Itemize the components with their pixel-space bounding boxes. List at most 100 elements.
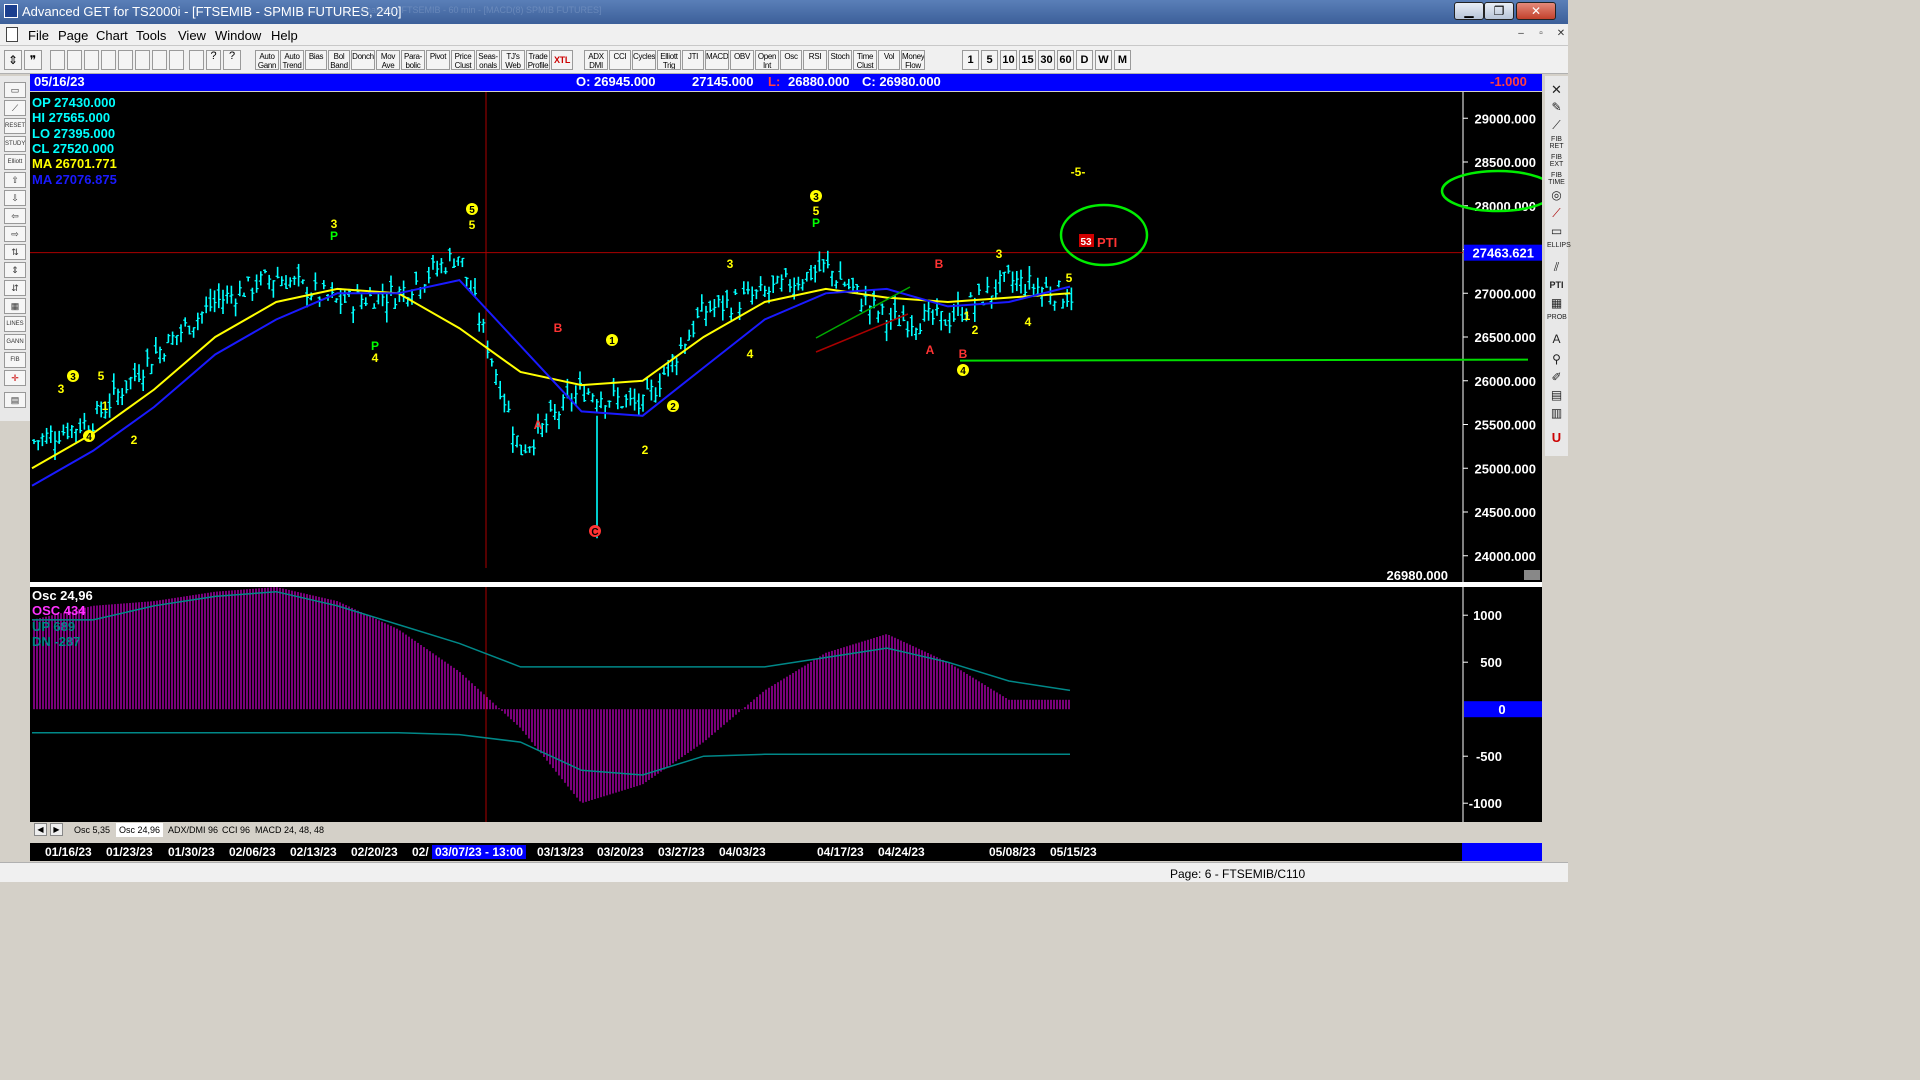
gann-icon[interactable]: GANN bbox=[4, 334, 26, 350]
circle-icon[interactable]: ◎ bbox=[1547, 188, 1566, 203]
study-button[interactable]: Vol bbox=[878, 50, 900, 70]
study-button[interactable]: Cycles bbox=[632, 50, 656, 70]
grid-tool-icon[interactable]: ▦ bbox=[1547, 296, 1566, 311]
arrow-up-icon[interactable]: ⇧ bbox=[4, 172, 26, 188]
menu-help[interactable]: Help bbox=[271, 28, 298, 43]
fib-time-ext-icon[interactable]: FIB TIME bbox=[1547, 172, 1566, 187]
study-button[interactable]: Para- bolic bbox=[401, 50, 425, 70]
study-button[interactable]: Bol Band bbox=[328, 50, 350, 70]
study-button[interactable]: Osc bbox=[780, 50, 802, 70]
period-button[interactable]: 60 bbox=[1057, 50, 1074, 70]
line-icon[interactable]: ⟋ bbox=[1547, 118, 1566, 133]
period-button[interactable]: 5 bbox=[981, 50, 998, 70]
oscillator-panel[interactable]: 1000 500 0 -500 -1000 Osc 24,96 OSC 434 UP 6… bbox=[30, 587, 1542, 822]
table-icon[interactable]: ▦ bbox=[4, 298, 26, 314]
study-button[interactable]: Price Clust bbox=[451, 50, 475, 70]
calc-icon[interactable]: ▥ bbox=[1547, 406, 1566, 421]
fib-time-icon[interactable]: ⇵ bbox=[4, 280, 26, 296]
gann-fan-icon[interactable]: ⟋ bbox=[4, 100, 26, 116]
arrow-right-icon[interactable]: ⇨ bbox=[4, 226, 26, 242]
text-icon[interactable]: A bbox=[1547, 332, 1566, 347]
delete-icon[interactable]: ✕ bbox=[1547, 82, 1566, 97]
minimize-button[interactable]: ▁ bbox=[1454, 2, 1484, 20]
study-button[interactable]: TJ's Web bbox=[501, 50, 525, 70]
print-chart-icon[interactable]: ▤ bbox=[4, 392, 26, 408]
print-icon[interactable] bbox=[189, 50, 204, 70]
study-button[interactable]: MACD bbox=[705, 50, 729, 70]
box-icon[interactable]: ▭ bbox=[1547, 224, 1566, 239]
study-button[interactable]: Open Int bbox=[755, 50, 779, 70]
study-button[interactable]: Auto Gann bbox=[255, 50, 279, 70]
tab-osc-5-35[interactable]: Osc 5,35 bbox=[74, 823, 110, 837]
channel-icon[interactable]: ⫽ bbox=[1547, 260, 1566, 275]
clipboard-icon[interactable]: ▤ bbox=[1547, 388, 1566, 403]
study-button[interactable]: Money Flow bbox=[901, 50, 925, 70]
help-icon[interactable]: ? bbox=[206, 50, 221, 70]
fib-icon[interactable]: FIB bbox=[4, 352, 26, 368]
crosshair-icon[interactable]: ✛ bbox=[4, 370, 26, 386]
cursor-tool-icon[interactable]: ⇕ bbox=[4, 50, 22, 70]
new-page-icon[interactable] bbox=[50, 50, 65, 70]
study-button[interactable]: Seas- onals bbox=[476, 50, 500, 70]
period-button[interactable]: M bbox=[1114, 50, 1131, 70]
magnet-icon[interactable]: U bbox=[1547, 430, 1566, 445]
tab-osc-24-96[interactable]: Osc 24,96 bbox=[116, 823, 164, 837]
period-button[interactable]: 1 bbox=[962, 50, 979, 70]
period-button[interactable]: 10 bbox=[1000, 50, 1017, 70]
quote-tool-icon[interactable]: ❞ bbox=[24, 50, 42, 70]
fib-extension-icon[interactable]: FIB EXT bbox=[1547, 154, 1566, 169]
study-button[interactable]: Stoch bbox=[828, 50, 852, 70]
reset-icon[interactable]: RESET bbox=[4, 118, 26, 134]
elliott-icon[interactable]: Elliott bbox=[4, 154, 26, 170]
study-button[interactable]: Elliott Trig bbox=[657, 50, 681, 70]
zoom-icon[interactable]: ⇕ bbox=[4, 262, 26, 278]
tab-macd[interactable]: MACD 24, 48, 48 bbox=[255, 823, 324, 837]
arrow-down-icon[interactable]: ⇩ bbox=[4, 190, 26, 206]
menu-view[interactable]: View bbox=[178, 28, 206, 43]
context-help-icon[interactable]: ? bbox=[223, 50, 241, 70]
mdi-close-button[interactable]: ✕ bbox=[1552, 28, 1570, 42]
ellipse-icon[interactable]: ELLIPS bbox=[1547, 242, 1571, 257]
refresh-icon[interactable] bbox=[135, 50, 150, 70]
pencil-icon[interactable]: ✎ bbox=[1547, 100, 1566, 115]
close-button[interactable]: ✕ bbox=[1516, 2, 1556, 20]
date-scroll-strip[interactable] bbox=[1462, 843, 1542, 861]
menu-file[interactable]: File bbox=[28, 28, 49, 43]
menu-tools[interactable]: Tools bbox=[136, 28, 166, 43]
menu-page[interactable]: Page bbox=[58, 28, 88, 43]
period-button[interactable]: D bbox=[1076, 50, 1093, 70]
tab-adx-dmi[interactable]: ADX/DMI 96 bbox=[168, 823, 218, 837]
period-button[interactable]: W bbox=[1095, 50, 1112, 70]
layout-icon[interactable] bbox=[169, 50, 184, 70]
tab-scroll-left[interactable]: ◀ bbox=[34, 823, 47, 836]
menu-chart[interactable]: Chart bbox=[96, 28, 128, 43]
study-button[interactable]: JTI bbox=[682, 50, 704, 70]
study-button[interactable]: Mov Ave bbox=[376, 50, 400, 70]
copy-icon[interactable] bbox=[84, 50, 99, 70]
period-button[interactable]: 30 bbox=[1038, 50, 1055, 70]
mdi-minimize-button[interactable]: ‒ bbox=[1512, 28, 1530, 42]
fib-retracement-icon[interactable]: FIB RET bbox=[1547, 136, 1566, 151]
price-chart[interactable]: 29000.00028500.00028000.00027500.0002700… bbox=[30, 92, 1542, 582]
fan-icon[interactable]: ⟋ bbox=[1547, 206, 1566, 221]
grid-icon[interactable] bbox=[152, 50, 167, 70]
prob-icon[interactable]: PROB bbox=[1547, 314, 1567, 329]
study-icon[interactable]: STUDY bbox=[4, 136, 26, 152]
study-button[interactable]: ADX DMI bbox=[584, 50, 608, 70]
study-button[interactable]: Time Clust bbox=[853, 50, 877, 70]
back-icon[interactable] bbox=[101, 50, 116, 70]
oscillator-chart[interactable]: 1000 500 0 -500 -1000 bbox=[30, 587, 1542, 822]
tab-scroll-right[interactable]: ▶ bbox=[50, 823, 63, 836]
study-button[interactable]: XTL bbox=[551, 50, 573, 70]
open-folder-icon[interactable]: ▭ bbox=[4, 82, 26, 98]
period-button[interactable]: 15 bbox=[1019, 50, 1036, 70]
mdi-restore-button[interactable]: ▫ bbox=[1532, 28, 1550, 42]
lines-icon[interactable]: LINES bbox=[4, 316, 26, 332]
pti-icon[interactable]: PTI bbox=[1547, 278, 1566, 293]
tab-cci[interactable]: CCI 96 bbox=[222, 823, 250, 837]
forward-icon[interactable] bbox=[118, 50, 133, 70]
open-page-icon[interactable] bbox=[67, 50, 82, 70]
arrow-left-icon[interactable]: ⇦ bbox=[4, 208, 26, 224]
study-button[interactable]: Trade Profile bbox=[526, 50, 550, 70]
maximize-button[interactable]: ❐ bbox=[1484, 2, 1514, 20]
